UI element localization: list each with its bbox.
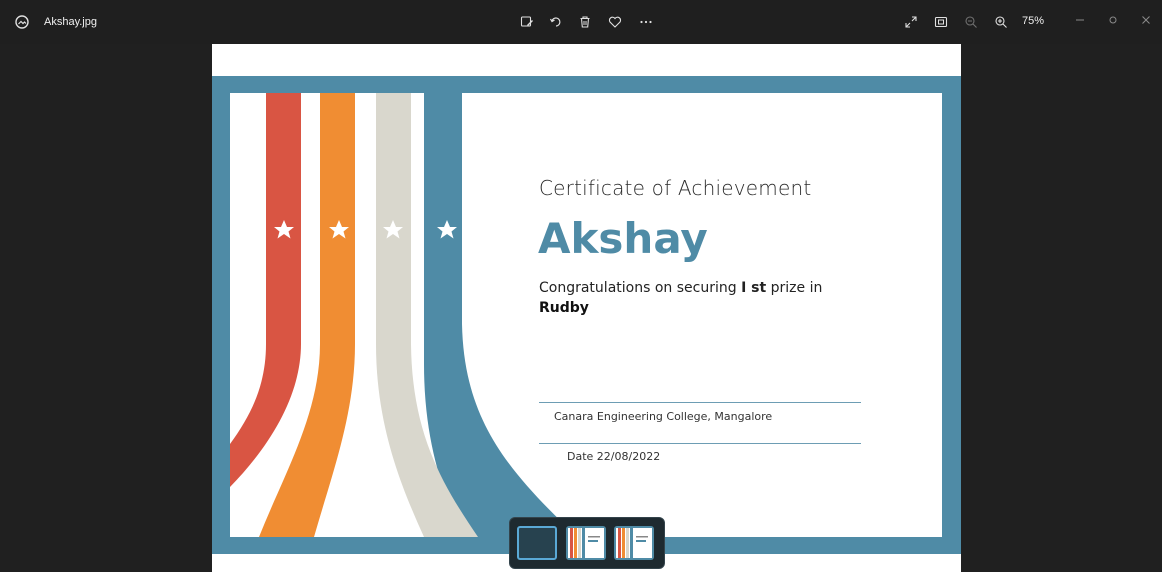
fullscreen-button[interactable] — [901, 12, 921, 32]
more-options-icon — [640, 20, 652, 24]
zoom-out-button[interactable] — [961, 12, 981, 32]
zoom-in-button[interactable] — [991, 12, 1011, 32]
image-viewer[interactable]: Certificate of Achievement Akshay Congra… — [0, 44, 1162, 572]
zoom-in-icon — [995, 16, 1007, 28]
restore-button[interactable] — [1101, 10, 1125, 30]
certificate-date: Date 22/08/2022 — [567, 450, 661, 463]
favorite-icon — [608, 16, 622, 28]
organization-name: Canara Engineering College, Mangalore — [554, 410, 773, 423]
congratulations-suffix: prize in — [766, 280, 823, 296]
edit-image-button[interactable] — [517, 12, 537, 32]
certificate-image[interactable]: Certificate of Achievement Akshay Congra… — [212, 44, 961, 572]
filmstrip-thumbnail[interactable] — [614, 526, 654, 560]
congratulations-line: Congratulations on securing I st prize i… — [539, 280, 822, 296]
favorite-button[interactable] — [605, 12, 625, 32]
rotate-icon — [549, 17, 561, 27]
zoom-out-icon — [965, 16, 977, 28]
minimize-icon — [1076, 19, 1084, 21]
certificate-thumbnail — [614, 526, 654, 560]
delete-icon — [580, 16, 590, 28]
signature-line-2 — [539, 443, 861, 444]
file-name: Akshay.jpg — [44, 16, 97, 28]
prize-rank: I st — [741, 280, 767, 296]
restore-icon — [1109, 16, 1117, 24]
filmstrip-thumbnail[interactable] — [566, 526, 606, 560]
close-icon — [1142, 16, 1150, 24]
edit-image-icon — [520, 16, 533, 27]
certificate-thumbnail — [566, 526, 606, 560]
delete-button[interactable] — [575, 12, 595, 32]
event-name: Rudby — [539, 300, 589, 316]
close-button[interactable] — [1134, 10, 1158, 30]
fullscreen-icon — [905, 16, 917, 28]
rotate-button[interactable] — [546, 12, 566, 32]
photos-app-icon[interactable] — [14, 14, 30, 30]
congratulations-prefix: Congratulations on securing — [539, 280, 742, 296]
recipient-name: Akshay — [538, 214, 708, 263]
fit-to-window-icon — [934, 16, 948, 28]
more-options-button[interactable] — [636, 12, 656, 32]
minimize-button[interactable] — [1068, 10, 1092, 30]
fit-to-window-button[interactable] — [931, 12, 951, 32]
title-bar: Akshay.jpg 75% — [0, 0, 1162, 44]
filmstrip-thumbnail-active[interactable] — [517, 526, 557, 560]
signature-line-1 — [539, 402, 861, 403]
certificate-title: Certificate of Achievement — [539, 176, 812, 200]
zoom-level[interactable]: 75% — [1022, 15, 1044, 27]
filmstrip — [509, 517, 665, 569]
